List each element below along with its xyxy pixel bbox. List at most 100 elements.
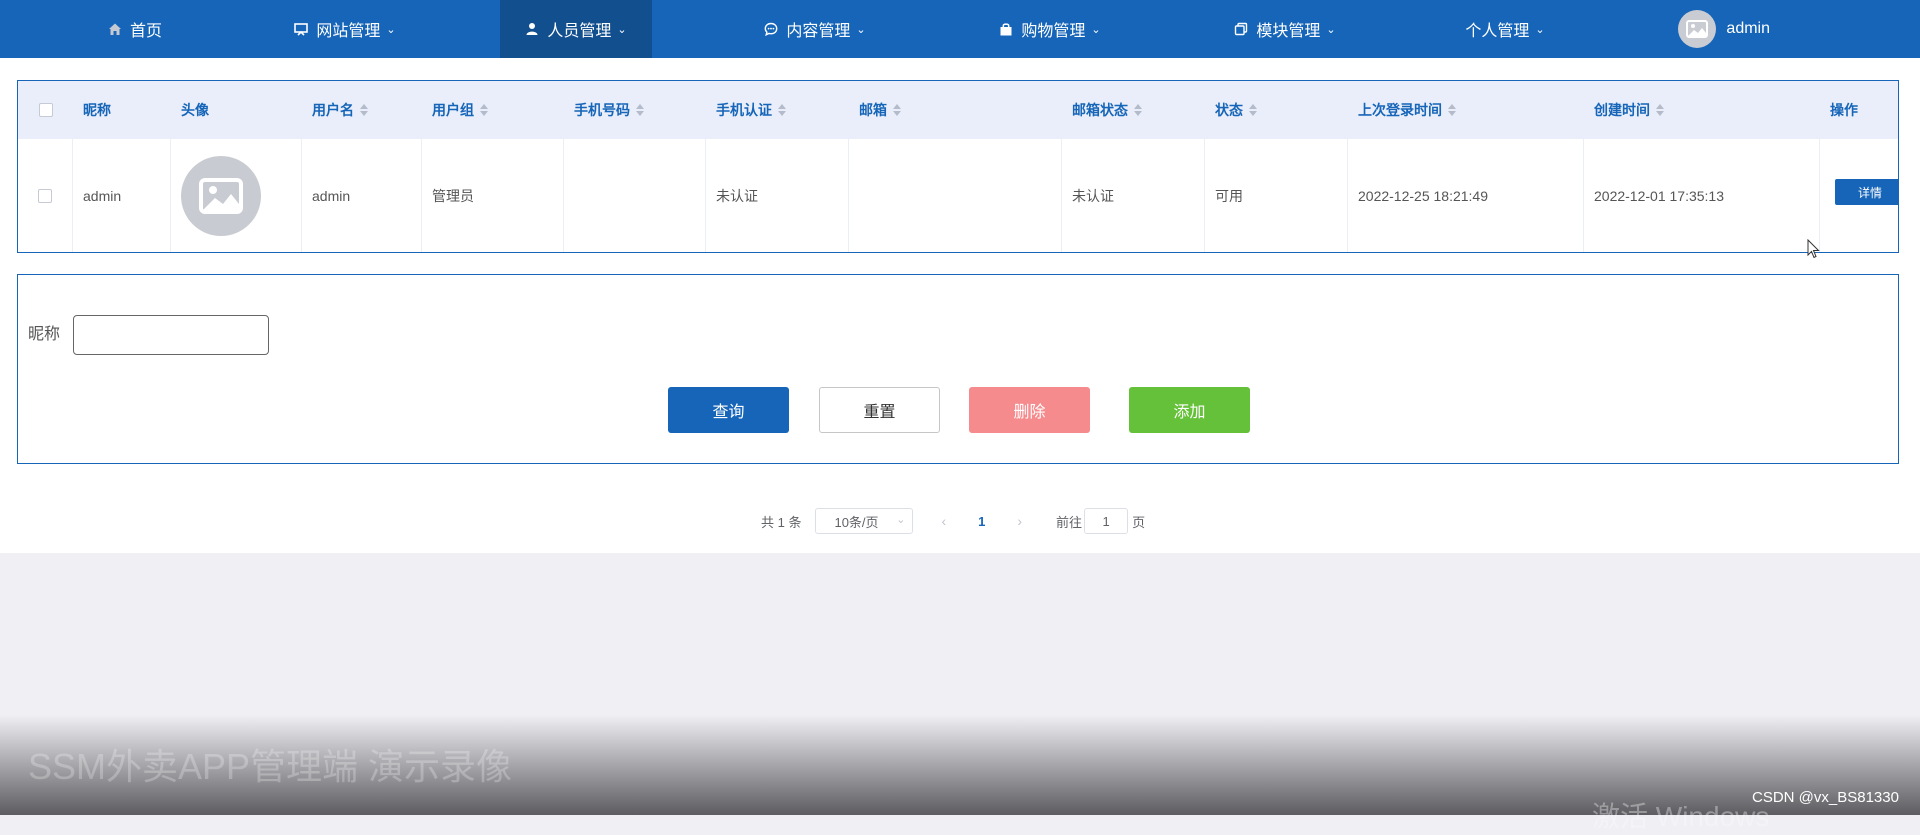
user-menu[interactable]: admin <box>1678 0 1770 58</box>
windows-activation-watermark: 激活 Windows <box>1592 801 1770 832</box>
bag-icon <box>1000 23 1012 36</box>
reset-button[interactable]: 重置 <box>819 387 940 433</box>
page-size-value: 10条/页 <box>834 514 879 530</box>
nav-item-modules[interactable]: 模块管理 ⌄ <box>1210 0 1360 58</box>
col-label: 手机号码 <box>574 102 630 118</box>
cell-email <box>849 139 1062 252</box>
col-header-email-status[interactable]: 邮箱状态 <box>1062 81 1205 139</box>
table-header: 昵称 头像 用户名 用户组 手机号码 手机认证 邮箱 邮箱状态 状态 上次登录时… <box>18 81 1898 139</box>
chevron-down-icon: ⌄ <box>896 514 906 526</box>
cell-last-login: 2022-12-25 18:21:49 <box>1348 139 1584 252</box>
top-navbar: 首页 网站管理 ⌄ 人员管理 ⌄ 内容管理 ⌄ 购物管理 ⌄ 模块管理 ⌄ 个人… <box>0 0 1920 58</box>
col-label: 用户名 <box>312 102 354 118</box>
delete-button[interactable]: 删除 <box>969 387 1090 433</box>
image-placeholder-icon <box>1686 20 1709 38</box>
nav-item-personnel[interactable]: 人员管理 ⌄ <box>500 0 652 58</box>
select-all-checkbox[interactable] <box>38 103 53 117</box>
col-label: 头像 <box>181 102 209 118</box>
cell-created: 2022-12-01 17:35:13 <box>1584 139 1820 252</box>
page-number-current[interactable]: 1 <box>978 514 985 529</box>
chevron-down-icon: ⌄ <box>1535 23 1545 36</box>
prev-page-icon[interactable]: ‹ <box>941 513 946 529</box>
video-title: SSM外卖APP管理端 演示录像 <box>28 746 513 787</box>
nav-item-content[interactable]: 内容管理 ⌄ <box>740 0 890 58</box>
pagination: 共 1 条 10条/页 ⌄ ‹ 1 › 前往 页 <box>761 504 1145 538</box>
cell-username: admin <box>302 139 422 252</box>
sort-icon[interactable] <box>1656 103 1664 117</box>
sort-icon[interactable] <box>893 103 901 117</box>
sort-icon[interactable] <box>1249 103 1257 117</box>
col-header-created[interactable]: 创建时间 <box>1584 81 1820 139</box>
page-suffix: 页 <box>1132 514 1146 530</box>
nav-label-personnel: 人员管理 <box>547 23 612 40</box>
col-header-avatar: 头像 <box>171 81 302 139</box>
col-label: 状态 <box>1215 102 1243 118</box>
cell-group: 管理员 <box>422 139 564 252</box>
sort-icon[interactable] <box>480 103 488 117</box>
col-label: 操作 <box>1830 102 1858 118</box>
csdn-watermark: CSDN @vx_BS81330 <box>1752 789 1899 806</box>
sort-icon[interactable] <box>360 103 368 117</box>
nickname-search-input[interactable] <box>73 315 269 355</box>
search-form: 昵称 查询 重置 删除 添加 <box>17 274 1899 464</box>
nav-label-shopping: 购物管理 <box>1021 23 1086 40</box>
chevron-down-icon: ⌄ <box>1091 23 1101 36</box>
cell-nickname: admin <box>73 139 171 252</box>
cell-avatar <box>171 139 302 252</box>
col-label: 上次登录时间 <box>1358 102 1442 118</box>
nav-label-modules: 模块管理 <box>1256 23 1321 40</box>
sort-icon[interactable] <box>636 103 644 117</box>
goto-page-input[interactable] <box>1084 508 1129 534</box>
nav-label-content: 内容管理 <box>786 23 851 40</box>
nav-item-personal[interactable]: 个人管理 ⌄ <box>1440 0 1570 58</box>
person-icon <box>526 23 538 35</box>
header-select-all[interactable] <box>18 81 73 139</box>
cell-phone <box>564 139 706 252</box>
sort-icon[interactable] <box>778 103 786 117</box>
detail-button[interactable]: 详情 <box>1835 179 1898 205</box>
chat-icon <box>764 22 778 36</box>
col-header-nickname: 昵称 <box>73 81 171 139</box>
chevron-down-icon: ⌄ <box>386 23 396 36</box>
total-count: 共 1 条 <box>761 514 802 530</box>
add-button[interactable]: 添加 <box>1129 387 1250 433</box>
col-label: 昵称 <box>83 102 111 118</box>
sort-icon[interactable] <box>1134 103 1142 117</box>
chevron-down-icon: ⌄ <box>1326 23 1336 36</box>
cell-email-status: 未认证 <box>1062 139 1205 252</box>
avatar <box>181 156 261 236</box>
col-header-group[interactable]: 用户组 <box>422 81 564 139</box>
col-header-phone-auth[interactable]: 手机认证 <box>706 81 849 139</box>
cell-status: 可用 <box>1205 139 1348 252</box>
col-header-last-login[interactable]: 上次登录时间 <box>1348 81 1584 139</box>
col-label: 邮箱状态 <box>1072 102 1128 118</box>
col-header-username[interactable]: 用户名 <box>302 81 422 139</box>
users-table: 昵称 头像 用户名 用户组 手机号码 手机认证 邮箱 邮箱状态 状态 上次登录时… <box>17 80 1899 253</box>
nav-item-website[interactable]: 网站管理 ⌄ <box>270 0 420 58</box>
nav-label-personal: 个人管理 <box>1465 23 1530 40</box>
col-label: 创建时间 <box>1594 102 1650 118</box>
query-button[interactable]: 查询 <box>668 387 789 433</box>
nav-item-shopping[interactable]: 购物管理 ⌄ <box>975 0 1125 58</box>
user-name: admin <box>1726 20 1770 37</box>
avatar <box>1678 10 1717 48</box>
next-page-icon[interactable]: › <box>1017 513 1022 529</box>
sort-icon[interactable] <box>1448 103 1456 117</box>
nav-label-home: 首页 <box>129 23 162 40</box>
col-header-actions: 操作 <box>1820 81 1898 139</box>
col-header-status[interactable]: 状态 <box>1205 81 1348 139</box>
mouse-cursor-icon <box>1807 239 1820 259</box>
chevron-down-icon: ⌄ <box>856 23 866 36</box>
page-size-select[interactable]: 10条/页 ⌄ <box>815 508 914 534</box>
col-label: 手机认证 <box>716 102 772 118</box>
image-placeholder-icon <box>199 178 243 214</box>
col-header-phone[interactable]: 手机号码 <box>564 81 706 139</box>
col-header-email[interactable]: 邮箱 <box>849 81 1062 139</box>
home-icon <box>108 23 121 35</box>
nav-item-home[interactable]: 首页 <box>80 0 190 58</box>
col-label: 邮箱 <box>859 102 887 118</box>
nav-label-website: 网站管理 <box>316 23 381 40</box>
goto-label: 前往 <box>1056 514 1083 530</box>
row-checkbox[interactable] <box>38 189 52 203</box>
copy-icon <box>1235 22 1248 36</box>
